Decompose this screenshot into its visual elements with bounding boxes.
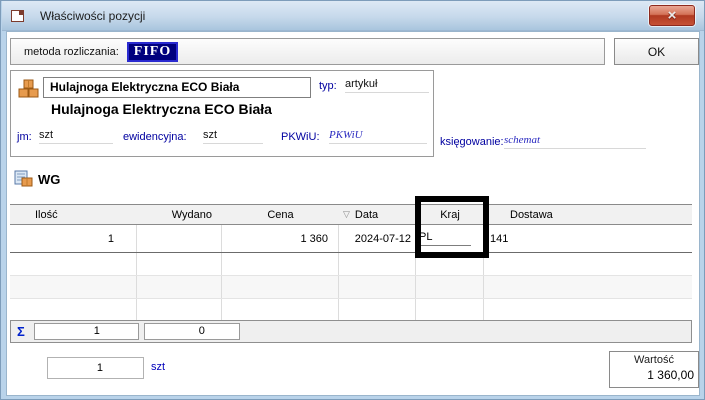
cell-kraj[interactable]: PL bbox=[416, 225, 484, 252]
table-header-row: Ilość Wydano Cena ▽ Data Kraj Dostawa bbox=[10, 205, 692, 225]
value-label: Wartość bbox=[610, 352, 698, 366]
record-unit-label: ewidencyjna: bbox=[123, 131, 187, 143]
column-header-wydano[interactable]: Wydano bbox=[137, 209, 222, 221]
accounting-scheme-link[interactable]: schemat bbox=[504, 134, 646, 149]
goods-icon bbox=[18, 79, 40, 99]
pkwiu-label: PKWiU: bbox=[281, 131, 320, 143]
sigma-icon: Σ bbox=[17, 324, 25, 339]
settlement-method-bar: metoda rozliczania: FIFO bbox=[10, 38, 605, 65]
wg-document-icon bbox=[14, 170, 34, 188]
dialog-content: metoda rozliczania: FIFO OK Hulajnoga El… bbox=[6, 31, 700, 396]
section-title-wg: WG bbox=[38, 172, 60, 187]
value-amount: 1 360,00 bbox=[610, 366, 698, 382]
product-name-full: Hulajnoga Elektryczna ECO Biała bbox=[51, 101, 272, 117]
close-button[interactable]: × bbox=[649, 5, 695, 26]
sum-wydano-box: 0 bbox=[144, 323, 240, 340]
column-header-cena[interactable]: Cena bbox=[222, 209, 339, 221]
empty-table-row bbox=[10, 253, 692, 276]
unit-label: jm: bbox=[17, 131, 32, 143]
close-icon: × bbox=[668, 8, 677, 23]
product-info-panel: Hulajnoga Elektryczna ECO Biała typ: art… bbox=[10, 70, 434, 157]
cell-cena: 1 360 bbox=[222, 225, 339, 252]
cell-ilosc: 1 bbox=[10, 225, 137, 252]
empty-table-row bbox=[10, 276, 692, 299]
column-header-kraj[interactable]: Kraj bbox=[416, 209, 484, 221]
record-unit-value: szt bbox=[203, 129, 263, 144]
quantity-unit-label: szt bbox=[151, 361, 165, 373]
summary-row: Σ 1 0 bbox=[10, 320, 692, 343]
title-bar[interactable]: Właściwości pozycji × bbox=[2, 1, 704, 31]
type-value: artykuł bbox=[345, 78, 429, 93]
fifo-badge: FIFO bbox=[127, 42, 178, 62]
settlement-method-label: metoda rozliczania: bbox=[24, 46, 119, 58]
window-title: Właściwości pozycji bbox=[40, 9, 145, 23]
column-header-data[interactable]: ▽ Data bbox=[339, 209, 416, 221]
system-menu-icon[interactable] bbox=[11, 10, 24, 22]
sum-ilosc-box: 1 bbox=[34, 323, 139, 340]
ok-button[interactable]: OK bbox=[614, 38, 699, 65]
pkwiu-value[interactable]: PKWiU bbox=[329, 129, 427, 144]
column-header-data-label: Data bbox=[355, 209, 378, 221]
quantity-input[interactable]: 1 bbox=[47, 357, 144, 379]
column-header-dostawa[interactable]: Dostawa bbox=[484, 209, 692, 221]
sort-descending-icon: ▽ bbox=[343, 209, 350, 220]
dialog-window: Właściwości pozycji × metoda rozliczania… bbox=[0, 0, 705, 400]
cell-wydano bbox=[137, 225, 222, 252]
type-label: typ: bbox=[319, 80, 337, 92]
deliveries-table: Ilość Wydano Cena ▽ Data Kraj Dostawa 1 … bbox=[10, 204, 692, 322]
cell-dostawa: 141 bbox=[484, 225, 692, 252]
column-header-ilosc[interactable]: Ilość bbox=[10, 209, 137, 221]
accounting-label: księgowanie: bbox=[440, 136, 504, 148]
kraj-edit-field[interactable]: PL bbox=[419, 231, 471, 246]
table-row[interactable]: 1 1 360 2024-07-12 PL 141 bbox=[10, 225, 692, 253]
value-box: Wartość 1 360,00 bbox=[609, 351, 699, 388]
unit-value: szt bbox=[39, 129, 113, 144]
empty-table-row bbox=[10, 299, 692, 322]
product-name-field[interactable]: Hulajnoga Elektryczna ECO Biała bbox=[43, 77, 311, 98]
cell-data: 2024-07-12 bbox=[339, 225, 416, 252]
